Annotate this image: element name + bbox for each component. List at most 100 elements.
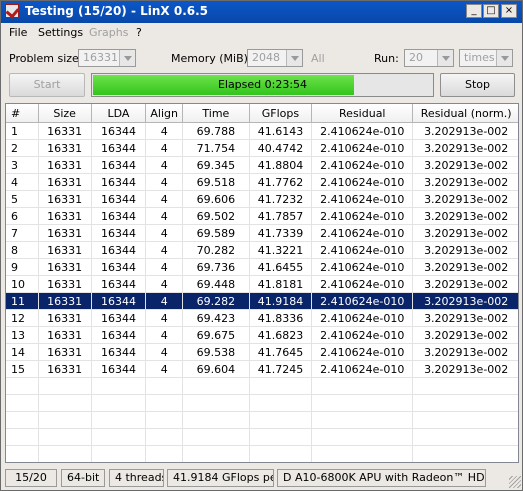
table-row[interactable] — [6, 411, 518, 429]
table-cell: 69.538 — [182, 343, 250, 361]
table-cell: 41.6823 — [249, 326, 313, 344]
table-cell: 4 — [145, 156, 183, 174]
table-cell — [91, 445, 147, 462]
table-row[interactable] — [6, 377, 518, 395]
results-table[interactable]: # Size LDA Align Time GFlops Residual Residual … — [5, 103, 519, 463]
table-cell — [145, 394, 183, 412]
table-row[interactable]: 12 16331 16344 4 69.423 41.8336 2.410624e-010 3… — [6, 309, 518, 327]
table-cell: 16344 — [91, 139, 147, 157]
table-row[interactable]: 10 16331 16344 4 69.448 41.8181 2.410624e-010 3… — [6, 275, 518, 293]
status-bits: 64-bit — [61, 469, 105, 487]
menu-file[interactable]: File — [9, 26, 27, 39]
status-bar: 15/20 64-bit 4 threads 41.9184 GFlops pe… — [1, 467, 522, 489]
menu-help[interactable]: ? — [136, 26, 142, 39]
table-cell: 16331 — [38, 326, 92, 344]
run-unit-combo[interactable]: times — [459, 49, 513, 67]
table-row[interactable]: 13 16331 16344 4 69.675 41.6823 2.410624e-010 3… — [6, 326, 518, 344]
column-header[interactable]: Time — [182, 104, 250, 123]
table-cell — [412, 377, 518, 395]
chevron-down-icon[interactable] — [286, 50, 302, 66]
table-row[interactable]: 4 16331 16344 4 69.518 41.7762 2.410624e-010 3.… — [6, 173, 518, 191]
table-cell: 3.202913e-002 — [412, 156, 518, 174]
menu-settings[interactable]: Settings — [38, 26, 83, 39]
maximize-button[interactable]: □ — [483, 4, 499, 18]
start-button[interactable]: Start — [9, 73, 85, 97]
chevron-down-icon[interactable] — [437, 50, 453, 66]
stop-button[interactable]: Stop — [440, 73, 515, 97]
column-header[interactable]: Align — [145, 104, 183, 123]
memory-combo[interactable]: 2048 — [247, 49, 303, 67]
linx-app-icon[interactable] — [5, 4, 19, 18]
table-cell: 4 — [6, 173, 39, 191]
table-cell: 4 — [145, 122, 183, 140]
table-cell: 16331 — [38, 343, 92, 361]
table-row[interactable]: 15 16331 16344 4 69.604 41.7245 2.410624e-010 3… — [6, 360, 518, 378]
title-bar[interactable]: Testing (15/20) - LinX 0.6.5 _ □ × — [1, 1, 522, 23]
table-cell: 69.448 — [182, 275, 250, 293]
table-row[interactable]: 6 16331 16344 4 69.502 41.7857 2.410624e-010 3.… — [6, 207, 518, 225]
table-cell: 16344 — [91, 122, 147, 140]
problem-size-combo[interactable]: 16331 — [78, 49, 136, 67]
table-cell: 69.606 — [182, 190, 250, 208]
table-row[interactable]: 11 16331 16344 4 69.282 41.9184 2.410624e-010 3… — [6, 292, 518, 310]
table-cell: 3.202913e-002 — [412, 326, 518, 344]
table-cell: 3.202913e-002 — [412, 258, 518, 276]
chevron-down-icon[interactable] — [119, 50, 135, 66]
table-cell: 16344 — [91, 156, 147, 174]
problem-size-label: Problem size: — [9, 52, 83, 65]
table-cell: 14 — [6, 343, 39, 361]
table-row[interactable]: 14 16331 16344 4 69.538 41.7645 2.410624e-010 3… — [6, 343, 518, 361]
status-cpu-name: D A10-6800K APU with Radeon™ HD Graph — [277, 469, 486, 487]
table-row[interactable] — [6, 445, 518, 462]
resize-grip-icon[interactable] — [509, 476, 521, 488]
run-count-combo[interactable]: 20 — [404, 49, 454, 67]
table-cell: 41.7762 — [249, 173, 313, 191]
column-header[interactable]: LDA — [91, 104, 147, 123]
table-row[interactable]: 2 16331 16344 4 71.754 40.4742 2.410624e-010 3.… — [6, 139, 518, 157]
column-header[interactable]: # — [6, 104, 39, 123]
table-cell: 2.410624e-010 — [311, 241, 414, 259]
menu-graphs[interactable]: Graphs — [89, 26, 128, 39]
close-button[interactable]: × — [501, 4, 517, 18]
minimize-button[interactable]: _ — [466, 4, 482, 18]
table-cell — [182, 428, 250, 446]
column-header[interactable]: GFlops — [249, 104, 313, 123]
table-row[interactable]: 7 16331 16344 4 69.589 41.7339 2.410624e-010 3.… — [6, 224, 518, 242]
table-cell: 4 — [145, 360, 183, 378]
table-cell: 41.6455 — [249, 258, 313, 276]
column-header[interactable]: Residual — [311, 104, 414, 123]
all-checkbox-label[interactable]: All — [311, 52, 325, 65]
table-cell: 2 — [6, 139, 39, 157]
table-cell: 3.202913e-002 — [412, 343, 518, 361]
table-row[interactable]: 3 16331 16344 4 69.345 41.8804 2.410624e-010 3.… — [6, 156, 518, 174]
column-header[interactable]: Residual (norm.) — [412, 104, 518, 123]
table-cell: 41.8804 — [249, 156, 313, 174]
table-cell — [6, 445, 39, 462]
table-cell — [412, 445, 518, 462]
table-cell: 2.410624e-010 — [311, 292, 414, 310]
table-cell — [182, 394, 250, 412]
table-row[interactable]: 5 16331 16344 4 69.606 41.7232 2.410624e-010 3.… — [6, 190, 518, 208]
table-row[interactable]: 8 16331 16344 4 70.282 41.3221 2.410624e-010 3.… — [6, 241, 518, 259]
table-cell: 16344 — [91, 241, 147, 259]
column-header[interactable]: Size — [38, 104, 92, 123]
table-cell: 6 — [6, 207, 39, 225]
chevron-down-icon[interactable] — [496, 50, 512, 66]
table-cell: 16331 — [38, 292, 92, 310]
table-cell: 69.604 — [182, 360, 250, 378]
table-row[interactable]: 1 16331 16344 4 69.788 41.6143 2.410624e-010 3.… — [6, 122, 518, 140]
table-cell — [38, 445, 92, 462]
table-cell: 16331 — [38, 122, 92, 140]
table-cell: 3.202913e-002 — [412, 190, 518, 208]
table-cell: 2.410624e-010 — [311, 224, 414, 242]
table-cell: 13 — [6, 326, 39, 344]
table-cell: 4 — [145, 139, 183, 157]
table-row[interactable] — [6, 428, 518, 446]
table-cell: 2.410624e-010 — [311, 343, 414, 361]
window-title: Testing (15/20) - LinX 0.6.5 — [25, 4, 209, 18]
table-cell: 16344 — [91, 207, 147, 225]
table-cell: 16331 — [38, 258, 92, 276]
table-row[interactable] — [6, 394, 518, 412]
table-cell: 2.410624e-010 — [311, 156, 414, 174]
table-row[interactable]: 9 16331 16344 4 69.736 41.6455 2.410624e-010 3.… — [6, 258, 518, 276]
